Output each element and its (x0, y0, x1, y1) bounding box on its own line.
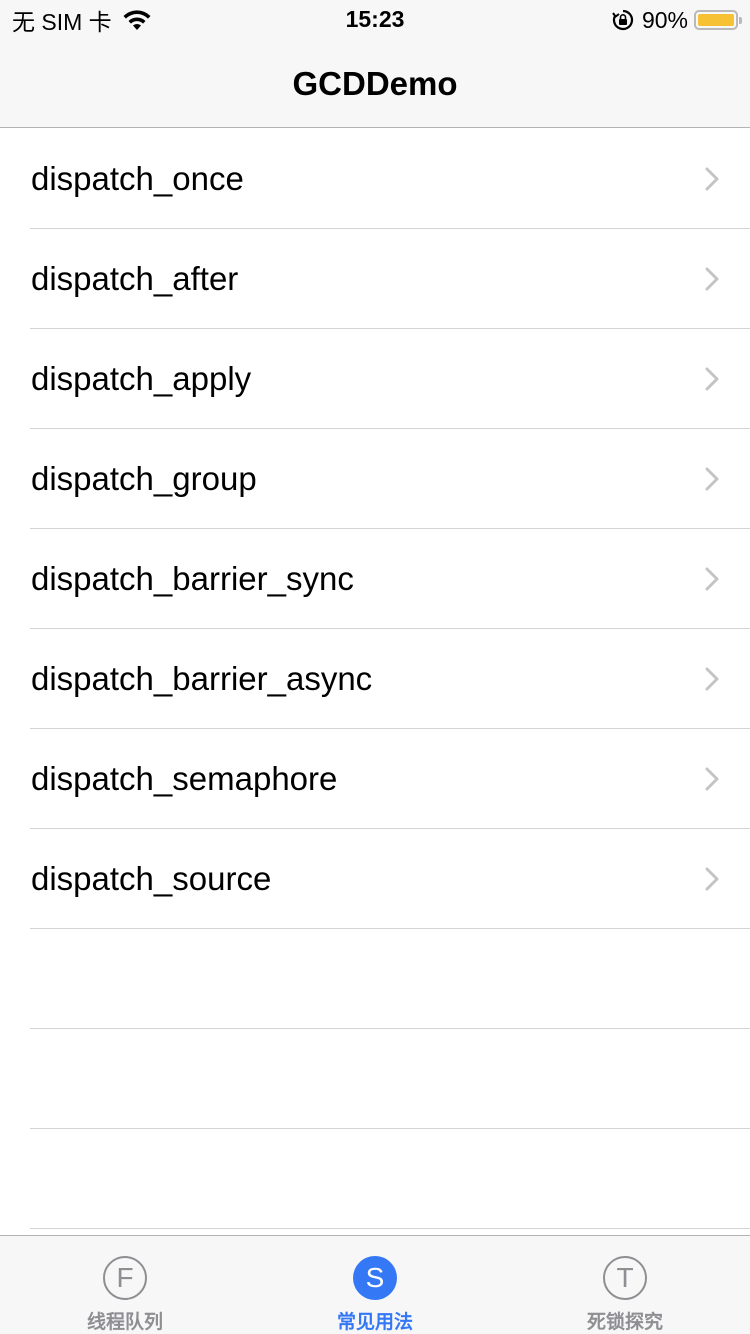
list-item[interactable]: dispatch_once (0, 129, 750, 229)
chevron-right-icon (705, 267, 719, 291)
list-item[interactable]: dispatch_barrier_async (0, 629, 750, 729)
list-item[interactable]: dispatch_semaphore (0, 729, 750, 829)
tab-bar: F 线程队列 S 常见用法 T 死锁探究 (0, 1235, 750, 1334)
list-item-label: dispatch_once (31, 160, 244, 197)
list-item-label: dispatch_barrier_sync (31, 560, 354, 597)
tab-letter-s-icon: S (353, 1256, 397, 1300)
list-item[interactable]: dispatch_group (0, 429, 750, 529)
tab-s[interactable]: S 常见用法 (250, 1236, 500, 1334)
tab-label: 死锁探究 (586, 1311, 663, 1333)
list-item (0, 929, 750, 1029)
list-item-label: dispatch_group (31, 460, 257, 497)
list-item (0, 1129, 750, 1229)
orientation-lock-icon (612, 9, 634, 31)
status-bar: 无 SIM 卡 15:23 90% (0, 0, 750, 40)
chevron-right-icon (705, 167, 719, 191)
tab-f[interactable]: F 线程队列 (0, 1236, 250, 1334)
chevron-right-icon (705, 667, 719, 691)
list-item[interactable]: dispatch_barrier_sync (0, 529, 750, 629)
status-right: 90% (612, 6, 742, 34)
list-item (0, 1029, 750, 1129)
chevron-right-icon (705, 567, 719, 591)
tab-letter-f-icon: F (103, 1256, 147, 1300)
list-item-label: dispatch_semaphore (31, 760, 338, 797)
battery-fill (698, 14, 734, 26)
tab-letter-t-icon: T (603, 1256, 647, 1300)
navigation-bar: GCDDemo (0, 40, 750, 128)
chevron-right-icon (705, 367, 719, 391)
tab-t[interactable]: T 死锁探究 (500, 1236, 750, 1334)
page-title: GCDDemo (292, 65, 458, 102)
list-item-label: dispatch_barrier_async (31, 660, 373, 697)
tab-label: 线程队列 (86, 1311, 163, 1333)
battery-nub (739, 17, 742, 24)
list-item-label: dispatch_after (31, 260, 239, 297)
list-item[interactable]: dispatch_source (0, 829, 750, 929)
tab-label: 常见用法 (336, 1311, 413, 1333)
row-separator (30, 1228, 750, 1229)
battery-percent: 90% (641, 6, 688, 33)
chevron-right-icon (705, 767, 719, 791)
chevron-right-icon (705, 467, 719, 491)
battery-icon (694, 10, 742, 30)
list-item[interactable]: dispatch_apply (0, 329, 750, 429)
table-view[interactable]: dispatch_once dispatch_after dispatch_appl… (0, 129, 750, 1229)
list-item-label: dispatch_apply (31, 360, 252, 397)
chevron-right-icon (705, 867, 719, 891)
list-item-label: dispatch_source (31, 860, 272, 897)
list-item[interactable]: dispatch_after (0, 229, 750, 329)
